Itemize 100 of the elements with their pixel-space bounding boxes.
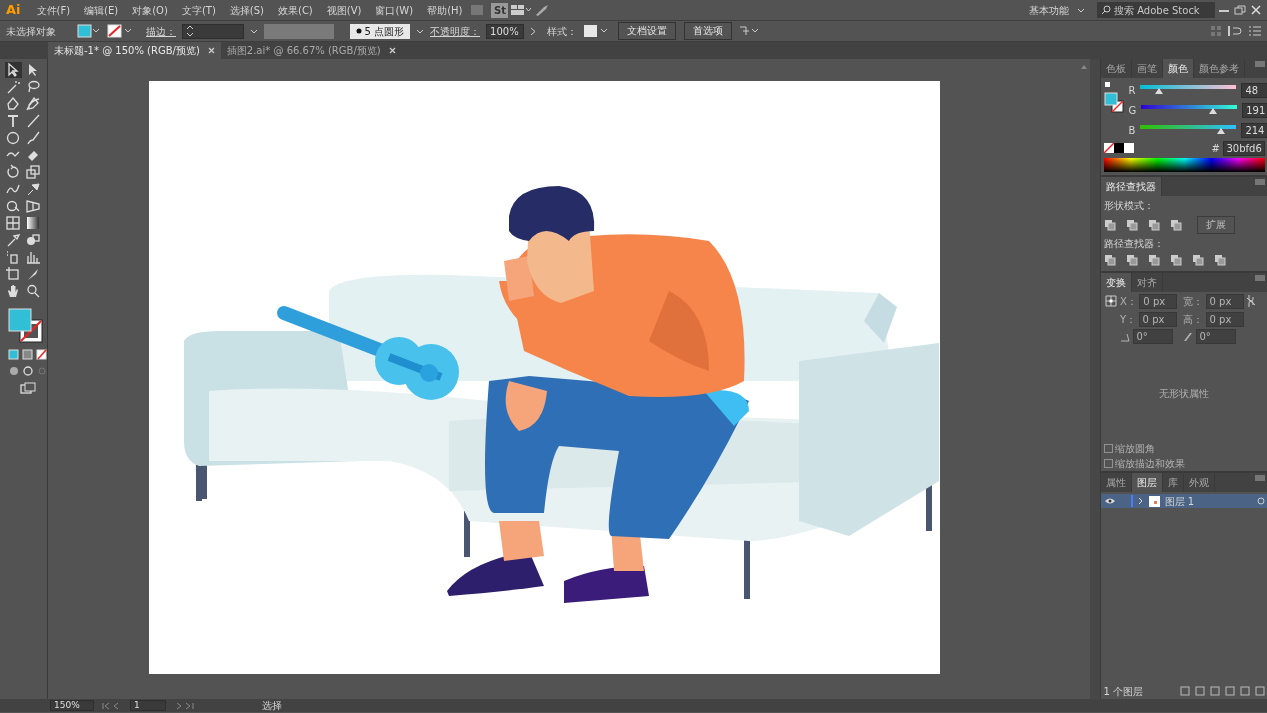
draw-mode-icons[interactable] xyxy=(7,365,48,377)
opacity-label[interactable]: 不透明度： xyxy=(430,23,481,39)
menu-item[interactable]: 编辑(E) xyxy=(78,2,125,18)
document-tab[interactable]: 未标题-1* @ 150% (RGB/预览) xyxy=(48,42,221,59)
menu-item[interactable]: 窗口(W) xyxy=(369,2,420,18)
mesh-icon[interactable] xyxy=(5,215,21,231)
shear-icon xyxy=(1183,331,1193,342)
chevron-icon[interactable] xyxy=(530,26,537,36)
scale-icon[interactable] xyxy=(25,164,41,180)
search-field[interactable]: 搜索 Adobe Stock xyxy=(1097,2,1215,18)
eye-icon[interactable] xyxy=(1103,497,1116,505)
channel-value-field[interactable]: 214 xyxy=(1241,123,1267,138)
slider-thumb[interactable] xyxy=(1209,107,1218,114)
caret-icon[interactable] xyxy=(416,27,425,35)
panel-menu-icon[interactable] xyxy=(1253,272,1267,283)
menu-item[interactable]: 文字(T) xyxy=(175,2,222,18)
fill-swatch[interactable] xyxy=(77,24,101,38)
bar-chart-icon[interactable] xyxy=(25,249,41,265)
slider-thumb[interactable] xyxy=(1216,127,1225,134)
selection-arrow-icon[interactable] xyxy=(5,62,21,78)
hand-icon[interactable] xyxy=(5,283,21,299)
brush-name: 5 点圆形 xyxy=(364,24,405,39)
target-icon[interactable] xyxy=(1256,497,1265,505)
channel-value-field[interactable]: 48 xyxy=(1241,83,1267,98)
close-icon[interactable] xyxy=(207,47,215,54)
pin-icon[interactable] xyxy=(25,181,41,197)
workspace-switcher[interactable]: 基本功能 xyxy=(1023,2,1075,18)
layer-count: 1 个图层 xyxy=(1103,684,1145,699)
eyedropper-icon[interactable] xyxy=(5,232,21,248)
zoom-field[interactable]: 150% xyxy=(50,700,94,711)
menu-item[interactable]: 对象(O) xyxy=(126,2,174,18)
document-tab[interactable]: 插图2.ai* @ 66.67% (RGB/预览) xyxy=(220,42,402,59)
unite-icon[interactable] xyxy=(1103,218,1116,231)
page-nav-icons[interactable] xyxy=(174,701,194,710)
slider-track[interactable] xyxy=(1141,104,1238,117)
align-icon[interactable] xyxy=(1227,25,1243,37)
fill-stroke-swatches[interactable] xyxy=(7,308,44,344)
brush-field[interactable]: 5 点圆形 xyxy=(350,23,411,39)
toolbar-button[interactable]: 首选项 xyxy=(684,22,733,40)
color-spectrum[interactable] xyxy=(1103,158,1265,172)
close-icon[interactable] xyxy=(1249,4,1263,16)
reference-point-icon[interactable] xyxy=(1103,294,1118,308)
panel-tab[interactable]: 色板 xyxy=(1101,59,1132,78)
panel-tab[interactable]: 外观 xyxy=(1184,472,1215,492)
blend-icon[interactable] xyxy=(25,232,41,248)
restore-icon[interactable] xyxy=(1233,4,1247,16)
screen-mode-icon[interactable] xyxy=(19,382,36,394)
artboard-field[interactable]: 1 xyxy=(130,700,166,711)
toolbar-button[interactable]: 文档设置 xyxy=(617,22,676,40)
channel-label: R xyxy=(1128,84,1136,98)
brush-icon[interactable] xyxy=(25,130,41,146)
hex-field[interactable]: 30bfd6 xyxy=(1222,140,1265,156)
slider-thumb[interactable] xyxy=(1154,87,1163,94)
stroke-label[interactable]: 描边： xyxy=(146,23,176,39)
style-label: 样式： xyxy=(547,24,578,39)
layer-color-bar xyxy=(1130,495,1133,507)
shape-builder-icon[interactable] xyxy=(5,198,21,214)
menu-item[interactable]: 视图(V) xyxy=(320,2,368,18)
caret-icon[interactable] xyxy=(250,27,258,35)
close-icon[interactable] xyxy=(388,47,396,54)
menu-item[interactable]: 帮助(H) xyxy=(421,2,469,18)
variable-width-field[interactable] xyxy=(264,23,334,39)
ellipse-icon[interactable] xyxy=(5,130,21,146)
gradient-icon[interactable] xyxy=(25,215,41,231)
line-icon[interactable] xyxy=(25,113,41,129)
symbol-sprayer-icon[interactable] xyxy=(5,249,21,265)
panel-tab[interactable]: 对齐 xyxy=(1132,272,1163,292)
type-icon[interactable] xyxy=(5,113,21,129)
panel-tab[interactable]: 颜色 xyxy=(1163,59,1194,78)
zoom-icon[interactable] xyxy=(25,283,41,299)
lasso-icon[interactable] xyxy=(25,79,41,95)
curvature-pen-icon[interactable] xyxy=(25,96,41,112)
style-swatch[interactable] xyxy=(583,24,610,38)
layer-row[interactable]: 图层 1 xyxy=(1101,494,1267,508)
menu-item[interactable]: 文件(F) xyxy=(30,2,77,18)
wand-icon[interactable] xyxy=(5,79,21,95)
perspective-grid-icon[interactable] xyxy=(25,198,41,214)
link-icon[interactable] xyxy=(1246,294,1256,308)
slider-track[interactable] xyxy=(1140,124,1237,137)
stepper-icon xyxy=(186,25,194,37)
artboard-icon[interactable] xyxy=(5,266,21,282)
field-label: 高： xyxy=(1183,312,1203,327)
color-mode-icons[interactable] xyxy=(7,349,48,361)
menu-item[interactable]: 选择(S) xyxy=(223,2,270,18)
rotate-icon[interactable] xyxy=(5,164,21,180)
vertical-scrollbar[interactable] xyxy=(1090,59,1100,699)
panel-menu-icon[interactable] xyxy=(1253,176,1267,187)
default-swatches[interactable] xyxy=(1103,143,1134,153)
panel-tab[interactable]: 库 xyxy=(1163,472,1184,492)
slider-track[interactable] xyxy=(1140,84,1237,97)
panel-tab[interactable]: 颜色参考 xyxy=(1194,59,1245,78)
channel-value-field[interactable]: 191 xyxy=(1242,103,1267,118)
opacity-field[interactable]: 100% xyxy=(486,23,525,39)
panel-menu-icon[interactable] xyxy=(1253,472,1267,483)
pen-icon[interactable] xyxy=(5,96,21,112)
stock-button[interactable]: St xyxy=(491,2,509,18)
menu-item[interactable]: 效果(C) xyxy=(272,2,319,18)
chevron-icon[interactable] xyxy=(1137,497,1144,505)
stroke-weight-field[interactable] xyxy=(182,23,244,39)
layout-icon[interactable] xyxy=(510,4,533,16)
